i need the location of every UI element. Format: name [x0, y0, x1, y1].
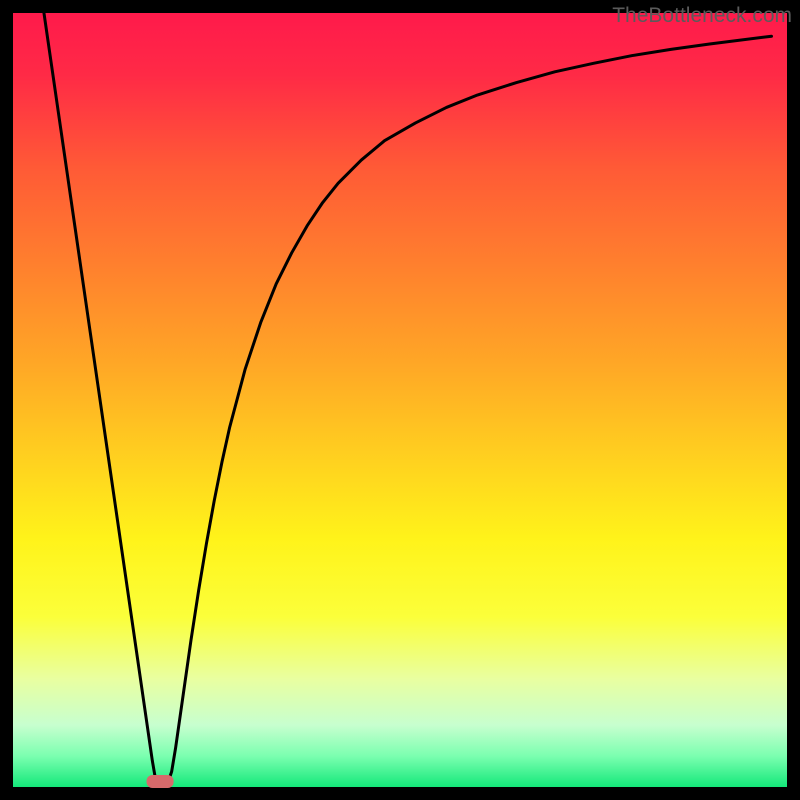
plot-area [13, 13, 787, 788]
optimal-marker [147, 775, 174, 788]
bottleneck-chart: TheBottleneck.com [0, 0, 800, 800]
gradient-background [13, 13, 787, 787]
watermark-text: TheBottleneck.com [612, 4, 792, 27]
